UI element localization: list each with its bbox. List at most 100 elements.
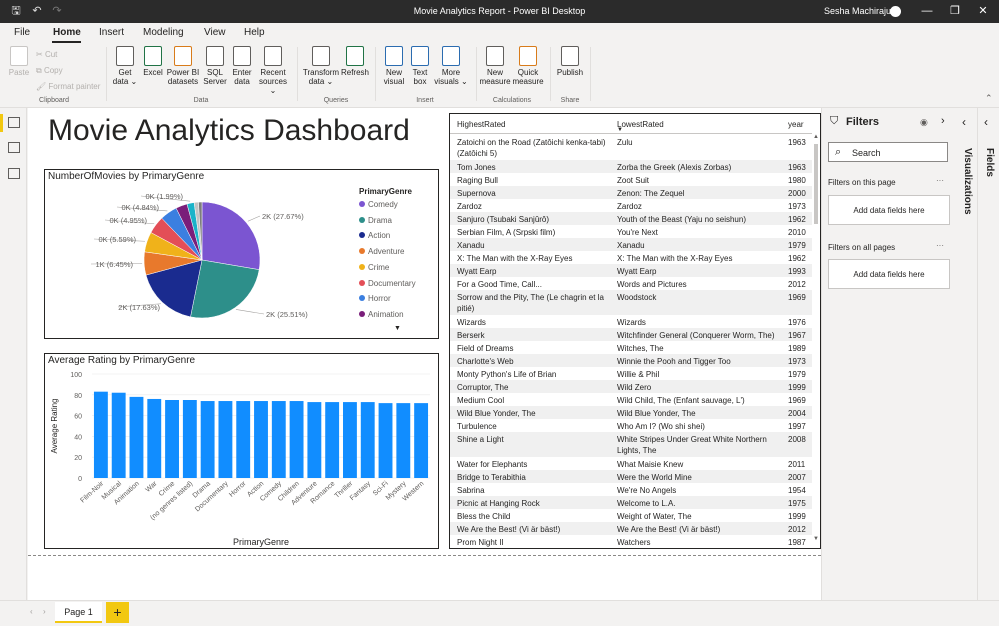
table-row[interactable]: Wyatt Earp Wyatt Earp 1993: [450, 264, 812, 277]
table-row[interactable]: Berserk Witchfinder General (Conquerer Wo…: [450, 328, 812, 341]
bar-horror[interactable]: [236, 401, 251, 478]
data-view-icon[interactable]: [8, 142, 20, 153]
table-row[interactable]: Shine a Light White Stripes Under Great W…: [450, 432, 812, 457]
text-box-button[interactable]: Text box: [408, 46, 432, 86]
column-header-lowest-rated[interactable]: LowestRated: [617, 120, 664, 129]
more-options-icon[interactable]: ···: [936, 241, 944, 250]
column-header-year[interactable]: year: [788, 120, 804, 129]
fields-pane-tab[interactable]: Fields: [984, 148, 995, 177]
table-row[interactable]: Water for Elephants What Maisie Knew 2011: [450, 457, 812, 470]
movies-table[interactable]: HighestRated LowestRated year ▼ Zatoichi…: [449, 113, 821, 549]
table-row[interactable]: Monty Python's Life of Brian Willie & Phi…: [450, 367, 812, 380]
powerbi-datasets-button[interactable]: Power BI datasets: [165, 46, 201, 86]
legend-item-action[interactable]: Action: [359, 231, 390, 240]
all-pages-filter-drop-zone[interactable]: Add data fields here: [828, 259, 950, 289]
get-data-button[interactable]: Get data ⌄: [110, 46, 140, 86]
table-row[interactable]: For a Good Time, Call... Words and Pictur…: [450, 277, 812, 290]
recent-sources-button[interactable]: Recent sources ⌄: [255, 46, 291, 95]
bar-chart-visual[interactable]: Average Rating by PrimaryGenre 0 20 40 60 80…: [44, 353, 439, 549]
sql-server-button[interactable]: SQL Server: [201, 46, 229, 86]
maximize-button[interactable]: ❐: [945, 3, 965, 19]
add-page-button[interactable]: +: [106, 602, 129, 623]
page-filter-drop-zone[interactable]: Add data fields here: [828, 195, 950, 225]
table-row[interactable]: Zatoichi on the Road (Zatôichi kenka-tab…: [450, 135, 812, 160]
table-scrollbar[interactable]: ▲ ▼: [812, 134, 820, 548]
prev-page-icon[interactable]: ‹: [30, 607, 33, 616]
page-tab-1[interactable]: Page 1: [55, 602, 102, 623]
tab-view[interactable]: View: [204, 27, 226, 38]
paste-button[interactable]: Paste: [6, 46, 32, 77]
format-painter-button[interactable]: 🖌 Format painter: [36, 82, 100, 91]
transform-data-button[interactable]: Transform data ⌄: [302, 46, 340, 86]
table-row[interactable]: Field of Dreams Witches, The 1989: [450, 341, 812, 354]
tab-insert[interactable]: Insert: [99, 27, 124, 38]
table-row[interactable]: Bridge to Terabithia Were the World Mine 2…: [450, 470, 812, 483]
legend-scroll-down-icon[interactable]: ▼: [394, 325, 401, 332]
table-row[interactable]: Bless the Child Weight of Water, The 1999: [450, 509, 812, 522]
legend-item-comedy[interactable]: Comedy: [359, 200, 398, 209]
table-row[interactable]: Medium Cool Wild Child, The (Enfant sauva…: [450, 393, 812, 406]
table-row[interactable]: Picnic at Hanging Rock Welcome to L.A. 197…: [450, 496, 812, 509]
bar-fantasy[interactable]: [360, 402, 375, 478]
more-options-icon[interactable]: ···: [936, 176, 944, 185]
table-row[interactable]: Corruptor, The Wild Zero 1999: [450, 380, 812, 393]
bar-sci-fi[interactable]: [378, 403, 393, 478]
menu-file[interactable]: File: [14, 27, 30, 38]
legend-item-adventure[interactable]: Adventure: [359, 247, 404, 256]
bar-musical[interactable]: [111, 392, 126, 478]
bar-mystery[interactable]: [396, 403, 411, 478]
new-visual-button[interactable]: New visual: [380, 46, 408, 86]
table-row[interactable]: Charlotte's Web Winnie the Pooh and Tigge…: [450, 354, 812, 367]
next-page-icon[interactable]: ›: [43, 607, 46, 616]
tab-modeling[interactable]: Modeling: [143, 27, 184, 38]
column-header-highest-rated[interactable]: HighestRated: [457, 120, 505, 129]
pie-chart-visual[interactable]: NumberOfMovies by PrimaryGenre 2K (27.67…: [44, 169, 439, 339]
legend-item-documentary[interactable]: Documentary: [359, 279, 416, 288]
table-row[interactable]: Wild Blue Yonder, The Wild Blue Yonder, T…: [450, 406, 812, 419]
bar-thriller[interactable]: [343, 402, 357, 478]
enter-data-button[interactable]: Enter data: [229, 46, 255, 86]
bar-comedy[interactable]: [271, 401, 286, 478]
copy-button[interactable]: ⧉ Copy: [36, 66, 63, 76]
pie-slice-drama[interactable]: [190, 259, 260, 319]
table-row[interactable]: Xanadu Xanadu 1979: [450, 238, 812, 251]
table-row[interactable]: Sorrow and the Pity, The (Le chagrin et …: [450, 290, 812, 315]
tab-help[interactable]: Help: [244, 27, 265, 38]
table-row[interactable]: Supernova Zenon: The Zequel 2000: [450, 186, 812, 199]
table-row[interactable]: X: The Man with the X-Ray Eyes X: The Man…: [450, 251, 812, 264]
bar-film-noir[interactable]: [93, 391, 108, 478]
user-name[interactable]: Sesha Machiraju: [824, 6, 891, 16]
cut-button[interactable]: ✂ Cut: [36, 50, 57, 59]
bar-documentary[interactable]: [218, 401, 233, 478]
collapse-ribbon-icon[interactable]: ⌃: [985, 93, 993, 104]
table-row[interactable]: We Are the Best! (Vi är bäst!) We Are the…: [450, 522, 812, 535]
bar-crime[interactable]: [165, 400, 179, 478]
publish-button[interactable]: Publish: [554, 46, 586, 77]
table-row[interactable]: Wizards Wizards 1976: [450, 315, 812, 328]
model-view-icon[interactable]: [8, 168, 20, 179]
eye-icon[interactable]: ◉: [920, 117, 928, 128]
table-row[interactable]: Turbulence Who Am I? (Wo shi shei) 1997: [450, 419, 812, 432]
bar-action[interactable]: [254, 401, 268, 478]
bar-adventure[interactable]: [307, 402, 322, 478]
collapse-filters-icon[interactable]: ›: [941, 115, 945, 127]
visualizations-pane-tab[interactable]: Visualizations: [962, 148, 973, 215]
close-button[interactable]: ✕: [973, 3, 993, 19]
table-row[interactable]: Sabrina We're No Angels 1954: [450, 483, 812, 496]
table-row[interactable]: Sanjuro (Tsubaki Sanjûrô) Youth of the Be…: [450, 212, 812, 225]
legend-item-animation[interactable]: Animation: [359, 310, 404, 319]
refresh-button[interactable]: Refresh: [340, 46, 370, 77]
excel-button[interactable]: Excel: [140, 46, 166, 77]
bar-animation[interactable]: [129, 396, 144, 478]
minimize-button[interactable]: —: [917, 3, 937, 19]
bar--no-genres-listed-[interactable]: [182, 400, 197, 478]
expand-fields-icon[interactable]: ‹: [984, 115, 988, 129]
legend-item-drama[interactable]: Drama: [359, 216, 392, 225]
legend-item-horror[interactable]: Horror: [359, 294, 391, 303]
bar-romance[interactable]: [325, 402, 340, 478]
table-row[interactable]: Serbian Film, A (Srpski film) You're Next…: [450, 225, 812, 238]
avatar[interactable]: [890, 6, 901, 17]
bar-children[interactable]: [289, 401, 304, 478]
tab-home[interactable]: Home: [53, 27, 81, 38]
legend-item-crime[interactable]: Crime: [359, 263, 389, 272]
